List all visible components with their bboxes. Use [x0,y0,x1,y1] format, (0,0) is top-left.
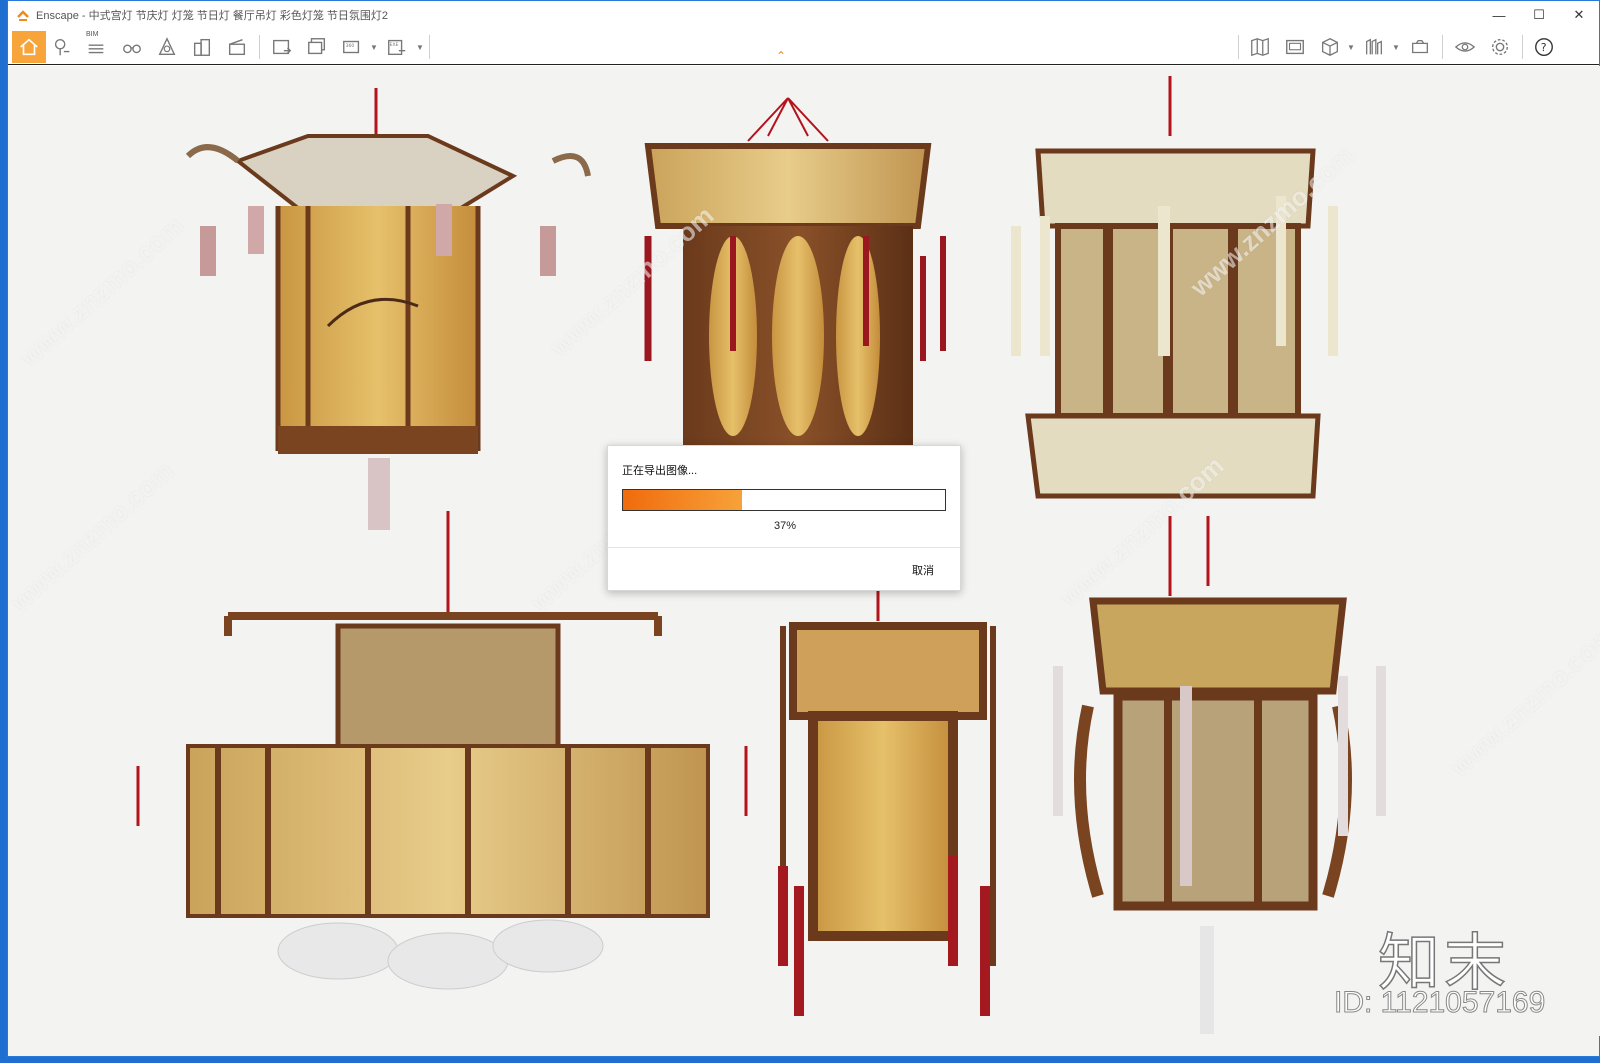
enscape-logo-icon [17,10,29,21]
binoculars-button[interactable] [118,33,146,61]
screenshot-button[interactable] [268,33,296,61]
screenshot-icon [273,39,292,55]
help-button[interactable]: ? [1530,33,1558,61]
collapse-toolbar-arrow-icon[interactable]: ⌃ [776,49,786,63]
window-title: Enscape - 中式宫灯 节庆灯 灯笼 节日灯 餐厅吊灯 彩色灯笼 节日氛围… [36,10,389,22]
brand-watermark-id: ID: 1121057169 [1333,986,1546,1020]
map-icon [1251,37,1269,57]
home-button[interactable] [12,31,46,63]
asset-library-button[interactable] [48,33,76,61]
maximize-button[interactable]: ☐ [1519,1,1559,29]
progress-fill [623,490,743,510]
toolbar-divider [259,35,260,59]
settings-button[interactable] [1486,33,1514,61]
export-exe-button[interactable]: EXE [383,33,411,61]
cube-view-icon [1322,38,1338,56]
asset-library-icon [54,38,70,56]
chevron-down-icon[interactable]: ▼ [1392,43,1400,52]
video-editor-button[interactable] [223,33,251,61]
lantern-bottom-right [1053,516,1386,1036]
batch-render-icon [308,38,326,55]
toolbar-divider [1238,35,1239,59]
toolbar-divider [1522,35,1523,59]
visual-settings-panel-icon [1286,39,1304,55]
dialog-title: 正在导出图像... [622,465,698,477]
home-icon [20,38,38,56]
bim-icon [88,44,104,54]
video-editor-icon [228,39,246,56]
dialog-divider [608,547,960,548]
toolbar-divider [429,35,430,59]
svg-text:?: ? [1541,41,1547,54]
buildings-icon [193,38,211,56]
binoculars-icon [123,44,141,54]
batch-render-button[interactable] [303,33,331,61]
svg-text:360: 360 [346,43,355,49]
toolbar-divider [1442,35,1443,59]
lantern-top-left [185,88,591,530]
render-viewport[interactable]: www.znzmo.com www.znzmo.com www.znzmo.co… [8,66,1600,1036]
panorama-360-icon: 360 [343,40,360,54]
svg-text:EXE: EXE [390,42,399,48]
export-progress-dialog: 正在导出图像... 37% 取消 [607,445,961,591]
lantern-bottom-middle [778,586,996,1016]
cube-view-button[interactable] [1316,33,1344,61]
title-bar: Enscape - 中式宫灯 节庆灯 灯笼 节日灯 餐厅吊灯 彩色灯笼 节日氛围… [8,1,1599,29]
cancel-button[interactable]: 取消 [912,562,934,578]
toolbar: BIM 360 ▼ EXE ▼ ▼ ▼ ? [8,29,1599,65]
capture-button[interactable] [1406,33,1434,61]
visual-settings-panel-button[interactable] [1281,33,1309,61]
chevron-down-icon[interactable]: ▼ [370,43,378,52]
eye-icon [1454,42,1476,52]
eye-button[interactable] [1451,33,1479,61]
material-library-button[interactable] [1360,33,1388,61]
progress-percent-label: 37% [773,520,797,532]
help-icon: ? [1535,38,1553,56]
window-bottom-edge [8,1034,1599,1056]
bim-button[interactable] [82,33,110,61]
lantern-top-middle [644,97,946,446]
material-library-icon [1366,38,1382,55]
enscape-window: Enscape - 中式宫灯 节庆灯 灯笼 节日灯 餐厅吊灯 彩色灯笼 节日氛围… [7,0,1600,1057]
views-icon [158,37,176,56]
map-button[interactable] [1246,33,1274,61]
chevron-down-icon[interactable]: ▼ [416,43,424,52]
minimize-button[interactable]: — [1479,1,1519,29]
buildings-button[interactable] [188,33,216,61]
views-button[interactable] [153,33,181,61]
close-button[interactable]: ✕ [1559,1,1599,29]
export-progress-bar [622,489,946,511]
panorama-button[interactable]: 360 [338,33,366,61]
chevron-down-icon[interactable]: ▼ [1347,43,1355,52]
export-exe-icon: EXE [388,39,406,56]
capture-icon [1412,39,1428,54]
gear-icon [1491,38,1509,56]
